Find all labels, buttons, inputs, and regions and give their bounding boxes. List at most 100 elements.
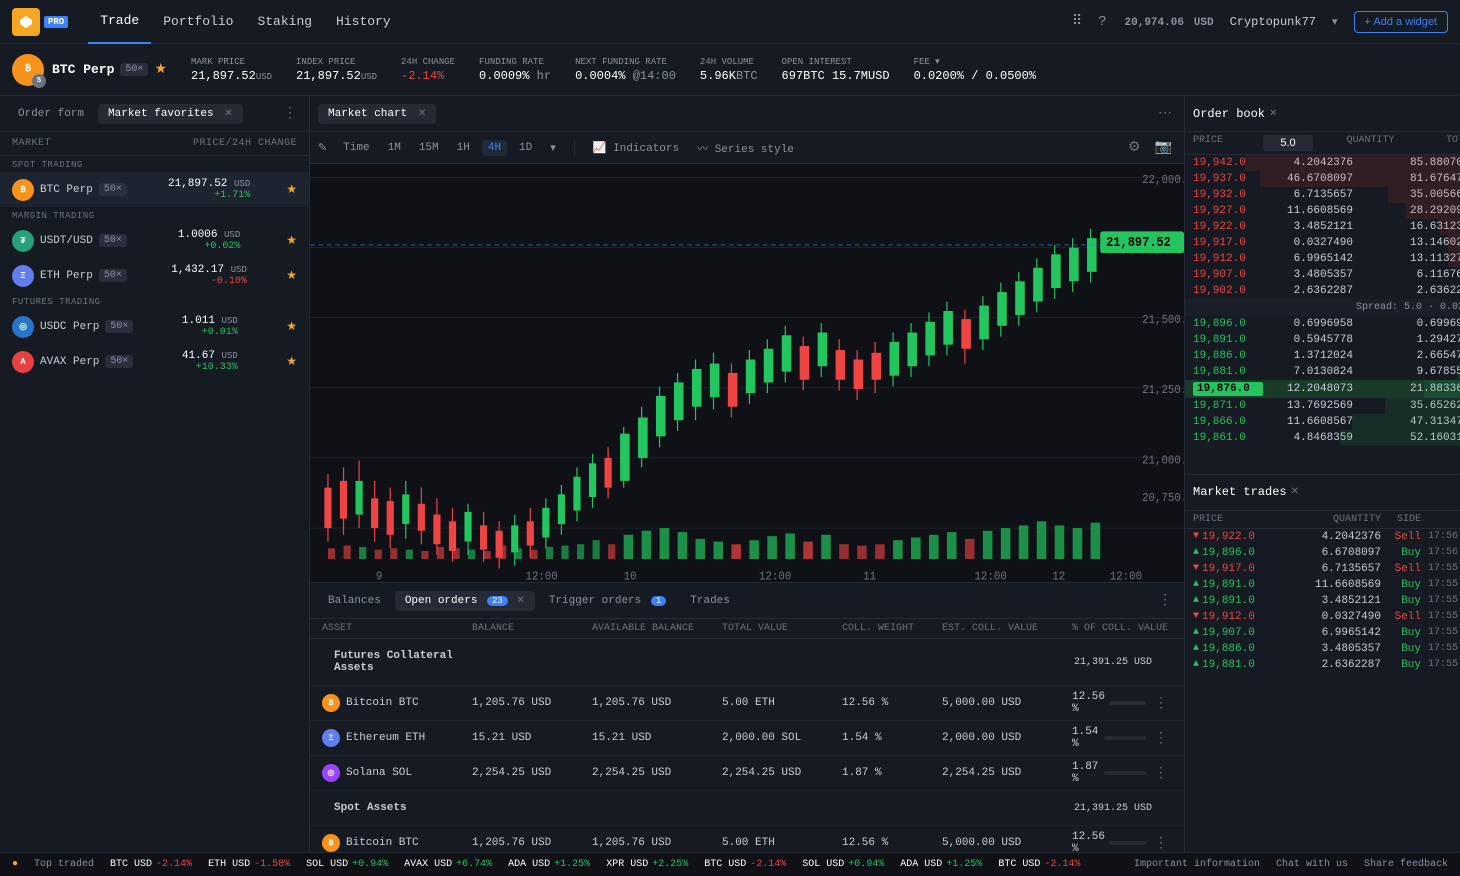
- market-row-avax[interactable]: A AVAX Perp 50× 41.67 USD +10.33% ★: [0, 344, 309, 379]
- tab-order-form[interactable]: Order form: [8, 104, 94, 124]
- ob-bid-row[interactable]: 19,896.00.69969580.6996958: [1185, 316, 1460, 332]
- table-row[interactable]: ₿ Bitcoin BTC 1,205.76 USD 1,205.76 USD …: [310, 686, 1184, 721]
- market-chart-tab[interactable]: Market chart ✕: [318, 104, 436, 124]
- ob-bid-row[interactable]: 19,886.01.37120242.6654761: [1185, 348, 1460, 364]
- star-icon[interactable]: ★: [286, 319, 297, 334]
- eth-icon: Ξ: [12, 265, 34, 287]
- market-trades-tab[interactable]: Market trades: [1193, 485, 1287, 499]
- svg-text:9: 9: [376, 570, 383, 582]
- star-icon[interactable]: ★: [286, 268, 297, 283]
- fee-stat[interactable]: FEE ▾ 0.0200% / 0.0500%: [914, 57, 1036, 83]
- ob-ask-row[interactable]: 19,907.03.48053576.1167644: [1185, 267, 1460, 283]
- list-item[interactable]: ▲ 19,881.0 2.6362287 Buy 17:55:38: [1185, 657, 1460, 673]
- star-icon[interactable]: ★: [286, 182, 297, 197]
- ob-bid-row-highlight[interactable]: 19,876.012.204807321.8833657: [1185, 380, 1460, 398]
- chart-right-options[interactable]: ⚙: [1124, 139, 1145, 156]
- time-btn-1h[interactable]: 1H: [451, 140, 476, 156]
- market-row-usdc[interactable]: ◎ USDC Perp 50× 1.011 USD +0.01% ★: [0, 309, 309, 344]
- close-icon[interactable]: ✕: [516, 596, 524, 607]
- close-icon[interactable]: ✕: [224, 109, 232, 120]
- ob-bid-row[interactable]: 19,891.00.59457781.2942736: [1185, 332, 1460, 348]
- list-item[interactable]: ▼ 19,917.0 6.7135657 Sell 17:55:58: [1185, 561, 1460, 577]
- row-options-icon[interactable]: ⋮: [1150, 835, 1172, 852]
- top-traded-icon: ●: [12, 859, 18, 870]
- spread-row: Spread: 5.0 · 0.023%: [1185, 299, 1460, 316]
- time-btn-1m[interactable]: 1M: [382, 140, 407, 156]
- star-icon[interactable]: ★: [286, 233, 297, 248]
- ob-ask-row[interactable]: 19,927.011.660856928.2920965: [1185, 203, 1460, 219]
- chat-link[interactable]: Chat with us: [1276, 859, 1348, 870]
- right-panel: Order book ✕ ⋮ PRICE QUANTITY TOTAL 19,9…: [1184, 96, 1460, 852]
- ticker-symbol[interactable]: ₿ S BTC Perp 50× ★: [12, 54, 167, 86]
- main-layout: Order form Market favorites ✕ ⋮ MARKET P…: [0, 96, 1460, 852]
- table-row[interactable]: Ξ Ethereum ETH 15.21 USD 15.21 USD 2,000…: [310, 721, 1184, 756]
- market-row-eth[interactable]: Ξ ETH Perp 50× 1,432.17 USD -0.10% ★: [0, 258, 309, 293]
- ob-ask-row[interactable]: 19,917.00.032749013.1460275: [1185, 235, 1460, 251]
- tab-open-orders[interactable]: Open orders 23 ✕: [395, 591, 535, 611]
- tab-trades[interactable]: Trades: [680, 591, 740, 611]
- logo[interactable]: PRO: [12, 8, 68, 36]
- panel-options-icon[interactable]: ⋮: [279, 105, 301, 122]
- nav-portfolio[interactable]: Portfolio: [151, 0, 245, 44]
- ob-bid-row[interactable]: 19,861.04.846835952.1603155: [1185, 430, 1460, 446]
- ob-ask-row[interactable]: 19,932.06.713565735.0056621: [1185, 187, 1460, 203]
- chart-options-icon[interactable]: ⋯: [1154, 105, 1176, 122]
- time-dropdown-icon[interactable]: ▾: [544, 139, 562, 157]
- favorite-star-icon[interactable]: ★: [154, 61, 167, 78]
- important-info-link[interactable]: Important information: [1134, 859, 1260, 870]
- feedback-link[interactable]: Share feedback: [1364, 859, 1448, 870]
- time-btn-label[interactable]: Time: [337, 140, 375, 156]
- order-book-tab[interactable]: Order book: [1193, 107, 1265, 121]
- row-options-icon[interactable]: ⋮: [1150, 730, 1172, 747]
- add-widget-button[interactable]: + Add a widget: [1354, 11, 1448, 33]
- market-trades-section: Market trades ✕ ⋮ PRICE QUANTITY SIDE ▼ …: [1185, 475, 1460, 853]
- market-row-btc[interactable]: ₿ BTC Perp 50× 21,897.52 USD +1.71% ★: [0, 172, 309, 207]
- ob-ask-row[interactable]: 19,902.02.63622872.6362287: [1185, 283, 1460, 299]
- help-icon[interactable]: ?: [1098, 14, 1106, 30]
- ob-bid-row[interactable]: 19,881.07.01308249.6785584: [1185, 364, 1460, 380]
- svg-text:21,000.00: 21,000.00: [1142, 454, 1184, 468]
- list-item[interactable]: ▲ 19,891.0 3.4852121 Buy 17:55:50: [1185, 593, 1460, 609]
- grid-icon[interactable]: ⠿: [1072, 13, 1082, 30]
- ob-price-input[interactable]: [1263, 135, 1313, 151]
- chevron-down-icon[interactable]: ▾: [1332, 15, 1338, 29]
- nav-history[interactable]: History: [324, 0, 403, 44]
- star-icon[interactable]: ★: [286, 354, 297, 369]
- series-style-btn[interactable]: 〰 Series style: [691, 138, 800, 158]
- table-row[interactable]: ◎ Solana SOL 2,254.25 USD 2,254.25 USD 2…: [310, 756, 1184, 791]
- nav-staking[interactable]: Staking: [245, 0, 324, 44]
- table-row[interactable]: ₿ Bitcoin BTC 1,205.76 USD 1,205.76 USD …: [310, 826, 1184, 852]
- close-icon[interactable]: ✕: [1291, 486, 1299, 498]
- time-btn-1d[interactable]: 1D: [513, 140, 538, 156]
- list-item[interactable]: ▲ 19,886.0 3.4805357 Buy 17:55:40: [1185, 641, 1460, 657]
- ob-bid-row[interactable]: 19,866.011.660856747.3134796: [1185, 414, 1460, 430]
- ob-ask-row[interactable]: 19,942.04.204237685.8807095: [1185, 155, 1460, 171]
- close-icon[interactable]: ✕: [1269, 108, 1277, 120]
- time-btn-4h[interactable]: 4H: [482, 140, 507, 156]
- bottom-panel-options[interactable]: ⋮: [1154, 592, 1176, 609]
- order-book-options[interactable]: ⋮: [1454, 105, 1460, 122]
- ob-ask-row[interactable]: 19,922.03.485212116.6312395: [1185, 219, 1460, 235]
- list-item[interactable]: ▲ 19,907.0 6.9965142 Buy 17:55:42: [1185, 625, 1460, 641]
- ob-ask-row[interactable]: 19,937.046.670809781.6764718: [1185, 171, 1460, 187]
- row-options-icon[interactable]: ⋮: [1150, 695, 1172, 712]
- indicators-btn[interactable]: 📈 Indicators: [587, 139, 685, 157]
- tab-trigger-orders[interactable]: Trigger orders 1: [539, 591, 676, 611]
- list-item[interactable]: ▲ 19,896.0 6.6708097 Buy 17:56:06: [1185, 545, 1460, 561]
- list-item[interactable]: ▼ 19,912.0 0.0327490 Sell 17:55:46: [1185, 609, 1460, 625]
- row-options-icon[interactable]: ⋮: [1150, 765, 1172, 782]
- market-trades-col-headers: PRICE QUANTITY SIDE: [1185, 511, 1460, 529]
- nav-trade[interactable]: Trade: [88, 0, 151, 44]
- chart-screenshot-icon[interactable]: 📷: [1151, 139, 1176, 156]
- list-item[interactable]: ▲ 19,891.0 11.6608569 Buy 17:55:51: [1185, 577, 1460, 593]
- market-trades-options[interactable]: ⋮: [1454, 484, 1460, 501]
- close-icon[interactable]: ✕: [418, 109, 426, 120]
- chart-tools-icon[interactable]: ✎: [318, 141, 327, 155]
- list-item[interactable]: ▼ 19,922.0 4.2042376 Sell 17:56:08: [1185, 529, 1460, 545]
- market-row-usdt[interactable]: ₮ USDT/USD 50× 1.0006 USD +0.02% ★: [0, 223, 309, 258]
- tab-market-favorites[interactable]: Market favorites ✕: [98, 104, 243, 124]
- ob-ask-row[interactable]: 19,912.06.996514213.1132786: [1185, 251, 1460, 267]
- ob-bid-row[interactable]: 19,871.013.769256935.6526226: [1185, 398, 1460, 414]
- time-btn-15m[interactable]: 15M: [413, 140, 445, 156]
- tab-balances[interactable]: Balances: [318, 591, 391, 611]
